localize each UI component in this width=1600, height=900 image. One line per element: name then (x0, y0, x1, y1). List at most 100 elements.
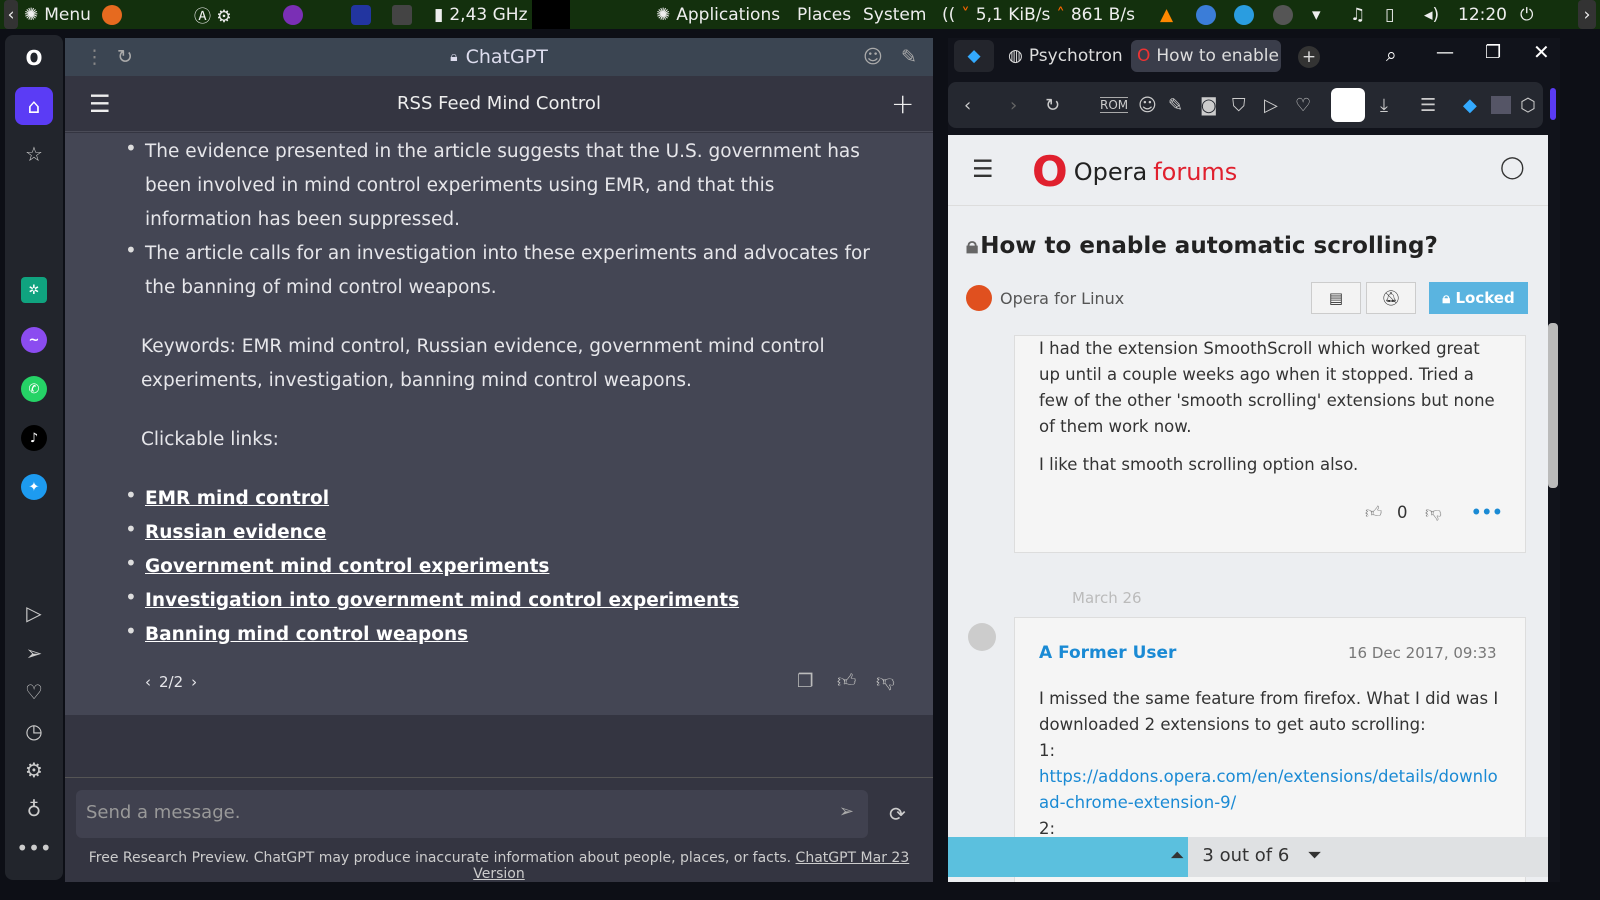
browser-toolbar: ‹ › ↻ ROM ☺ ✎ ◙ ⛉ ▷ ♡ ⤓ ☰ ◆ ⬡ (948, 82, 1543, 128)
search-tabs-icon[interactable]: ⌕ (1386, 44, 1397, 66)
vlc-icon[interactable]: ▲ (1160, 0, 1173, 29)
watch-inbox-button[interactable]: ▤ (1311, 282, 1361, 314)
reload-icon[interactable]: ↻ (1045, 95, 1060, 116)
accessibility-icon[interactable]: Ⓐ ⚙ (194, 0, 232, 29)
twitter-icon[interactable]: ✦ (19, 472, 49, 502)
volume-icon[interactable]: ◂) (1424, 0, 1439, 29)
link-emr[interactable]: EMR mind control (145, 488, 329, 509)
link-investigation[interactable]: Investigation into government mind contr… (145, 590, 739, 611)
copy-icon[interactable]: ❐ (797, 665, 814, 699)
link-government-experiments[interactable]: Government mind control experiments (145, 556, 549, 577)
last-page-icon[interactable]: ⏷ (1307, 845, 1321, 866)
firefox-icon[interactable] (102, 0, 122, 29)
first-page-icon[interactable]: ⏶ (1170, 845, 1184, 866)
whatsapp-icon[interactable]: ✆ (19, 374, 49, 404)
category-link[interactable]: Opera for Linux (966, 285, 1124, 311)
edit-icon[interactable]: ✎ (1168, 95, 1183, 116)
send-icon[interactable]: ➢ (839, 801, 854, 822)
downvote-icon[interactable]: 👎︎ (1425, 500, 1442, 526)
hamburger-menu-icon[interactable]: ☰ (89, 90, 111, 118)
back-icon[interactable]: ‹ (964, 95, 971, 116)
send-icon[interactable]: ➢ (19, 638, 49, 668)
history-clock-icon[interactable]: ◷ (19, 716, 49, 746)
terminal-icon[interactable] (392, 0, 412, 29)
telegram-icon[interactable] (1234, 0, 1254, 29)
window-title: ChatGPT (465, 46, 548, 68)
applications-menu[interactable]: ✺ Applications (656, 0, 780, 29)
close-button[interactable]: ✕ (1533, 40, 1550, 64)
opera-logo-icon[interactable]: O (19, 43, 49, 73)
app-indicator-icon[interactable] (1273, 0, 1293, 29)
heart-icon[interactable]: ♡ (19, 677, 49, 707)
regenerate-icon[interactable]: ⟳ (889, 802, 906, 826)
post-author[interactable]: A Former User (1039, 640, 1176, 666)
forward-icon[interactable]: › (1010, 95, 1017, 116)
prev-response-icon[interactable]: ‹ (145, 665, 151, 699)
tab-psychotron[interactable]: ◍ Psychotron (1002, 40, 1126, 72)
cube-icon[interactable]: ⬡ (1520, 95, 1536, 116)
tab-how-to-enable[interactable]: O How to enable (1131, 40, 1281, 72)
upvote-icon[interactable]: 👍︎ (1365, 500, 1382, 526)
bookmarks-star-icon[interactable]: ☆ (19, 139, 49, 169)
cpu-graph (532, 0, 570, 29)
chat-icon[interactable]: ◯ (1500, 155, 1525, 180)
system-menu[interactable]: System (863, 0, 926, 29)
tab-bar: ◆ ◍ Psychotron O How to enable + ⌕ — ❐ ✕ (948, 38, 1560, 74)
minimize-button[interactable]: — (1436, 42, 1454, 63)
places-menu[interactable]: Places (797, 0, 851, 29)
next-response-icon[interactable]: › (191, 665, 197, 699)
opera-forums-logo[interactable]: O Opera forums (1032, 147, 1237, 196)
post-date[interactable]: 16 Dec 2017, 09:33 (1348, 640, 1497, 666)
power-icon[interactable]: ⏻ (1520, 0, 1533, 29)
emoji-icon[interactable]: ☺ (863, 46, 883, 68)
player-icon[interactable]: ▷ (19, 598, 49, 628)
camera-icon[interactable]: ◙ (1200, 95, 1217, 116)
emoji-icon[interactable]: ☺ (1138, 95, 1157, 116)
opera-icon[interactable] (351, 0, 371, 29)
extension-link[interactable]: https://addons.opera.com/en/extensions/d… (1039, 764, 1505, 816)
messenger-icon[interactable]: ~ (19, 325, 49, 355)
download-icon[interactable]: ⤓ (1380, 95, 1388, 116)
drag-handle-icon[interactable]: ⋮ (85, 46, 104, 68)
more-options-icon[interactable]: ••• (1471, 500, 1503, 526)
shield-icon[interactable]: ⛉ (1232, 95, 1246, 116)
tips-bulb-icon[interactable]: ♁ (19, 794, 49, 824)
tiktok-icon[interactable]: ♪ (19, 423, 49, 453)
user-avatar[interactable] (968, 623, 996, 651)
workspace-icon[interactable]: ◆ (954, 40, 994, 72)
extension-button[interactable] (1331, 88, 1365, 122)
scrollbar-thumb[interactable] (1548, 323, 1558, 488)
locked-badge[interactable]: 🔒︎ Locked (1429, 282, 1528, 314)
home-icon[interactable]: ⌂ (15, 87, 53, 125)
notification-icon[interactable]: ♫ (1350, 0, 1365, 29)
easy-setup-icon[interactable]: ☰ (1420, 95, 1436, 116)
thumbs-down-icon[interactable]: 👎︎ (876, 665, 895, 699)
tor-icon[interactable] (283, 0, 303, 29)
reload-icon[interactable]: ↻ (117, 46, 133, 68)
battery-icon[interactable]: ▯ (1385, 0, 1394, 29)
extension-thumbnail[interactable] (1491, 96, 1511, 114)
mute-notifications-button[interactable]: 🔕︎ (1366, 282, 1416, 314)
menu-button[interactable]: ✺ Menu (24, 0, 91, 29)
message-input[interactable]: Send a message. ➢ (76, 790, 868, 838)
thumbs-up-icon[interactable]: 👍︎ (837, 665, 856, 699)
pin-icon[interactable]: ✎ (901, 46, 917, 68)
more-icon[interactable]: ••• (16, 833, 51, 863)
qbittorrent-icon[interactable] (1196, 0, 1216, 29)
link-banning[interactable]: Banning mind control weapons (145, 624, 468, 645)
heart-icon[interactable]: ♡ (1295, 95, 1311, 116)
maximize-button[interactable]: ❐ (1485, 42, 1501, 63)
hamburger-menu-icon[interactable]: ☰ (972, 155, 994, 183)
clock[interactable]: 12:20 (1458, 0, 1507, 29)
rom-extension[interactable]: ROM (1100, 97, 1129, 113)
send-icon[interactable]: ▷ (1264, 95, 1278, 116)
settings-gear-icon[interactable]: ⚙ (19, 755, 49, 785)
link-russian-evidence[interactable]: Russian evidence (145, 522, 326, 543)
chatgpt-app-icon[interactable]: ✲ (19, 275, 49, 305)
panel-right-arrow[interactable]: › (1578, 0, 1596, 29)
vpn-diamond-icon[interactable]: ◆ (1463, 95, 1477, 116)
new-tab-button[interactable]: + (1298, 46, 1320, 68)
new-chat-plus-icon[interactable]: + (891, 87, 914, 120)
panel-left-arrow[interactable]: ‹ (4, 0, 18, 29)
wifi-icon[interactable]: ▾ (1312, 0, 1321, 29)
